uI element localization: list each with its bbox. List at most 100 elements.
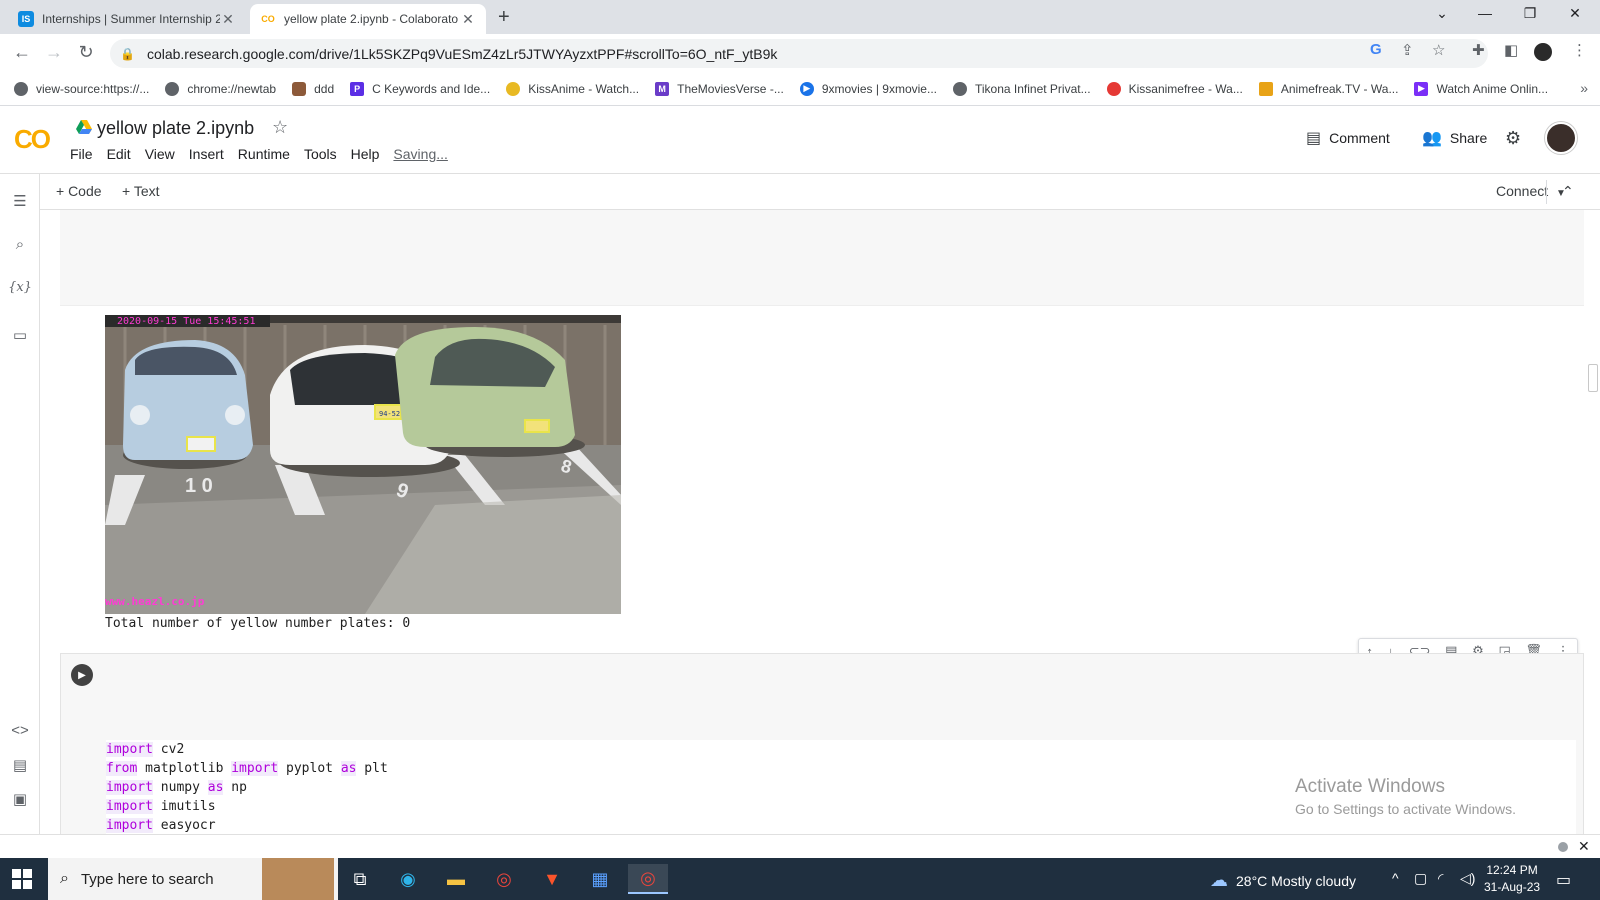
play-favicon-icon: ▶	[1414, 81, 1429, 96]
bookmark-item[interactable]: Tikona Infinet Privat...	[952, 81, 1091, 96]
run-cell-button[interactable]: ▶	[71, 664, 93, 686]
chrome-icon[interactable]: ◎	[484, 864, 524, 894]
google-lens-icon[interactable]: G	[1370, 41, 1382, 58]
plate-number: 94-52	[379, 410, 400, 418]
tab-title: yellow plate 2.ipynb - Colaborato	[284, 12, 459, 26]
windows-start-icon[interactable]	[12, 869, 32, 889]
bookmark-item[interactable]: chrome://newtab	[165, 81, 276, 96]
google-drive-icon[interactable]	[76, 120, 92, 134]
left-sidebar: ☰ ⌕ {x} ▭ <> ▤ ▣	[0, 174, 40, 834]
menu-view[interactable]: View	[145, 146, 175, 162]
close-tab-icon[interactable]: ✕	[220, 11, 236, 28]
menu-insert[interactable]: Insert	[189, 146, 224, 162]
files-folder-icon[interactable]: ▭	[0, 326, 40, 344]
settings-button[interactable]: ⚙	[1505, 128, 1529, 149]
forward-button[interactable]: →	[42, 42, 66, 63]
tab-colab[interactable]: CO yellow plate 2.ipynb - Colaborato ✕	[250, 4, 486, 34]
bookmark-item[interactable]: ▶ Watch Anime Onlin...	[1414, 81, 1548, 96]
share-page-icon[interactable]: ⇪	[1401, 41, 1414, 59]
bookmark-item[interactable]: view-source:https://...	[14, 81, 149, 96]
code-token: cv2	[152, 742, 185, 757]
file-explorer-icon[interactable]: ▬	[436, 864, 476, 894]
colab-logo[interactable]: CO	[14, 124, 51, 155]
search-icon[interactable]: ⌕	[0, 236, 40, 253]
more-bookmarks-icon[interactable]: »	[1580, 80, 1588, 96]
menu-edit[interactable]: Edit	[107, 146, 131, 162]
terminal-icon[interactable]: ▣	[0, 790, 40, 808]
variables-icon[interactable]: {x}	[0, 280, 40, 295]
minimize-button[interactable]: —	[1470, 5, 1500, 21]
volume-icon[interactable]: ◁)	[1460, 870, 1475, 887]
bookmark-item[interactable]: Kissanimefree - Wa...	[1106, 81, 1243, 96]
user-avatar[interactable]	[1545, 122, 1577, 154]
code-token: plt	[356, 761, 388, 776]
code-snippets-icon[interactable]: <>	[0, 722, 40, 739]
restore-button[interactable]: ❐	[1515, 5, 1545, 22]
browser-toolbar: ← → ↻ 🔒 colab.research.google.com/drive/…	[0, 34, 1600, 72]
code-token: matplotlib	[137, 761, 232, 776]
chrome-active-icon[interactable]: ◎	[628, 864, 668, 894]
new-tab-button[interactable]: +	[498, 6, 510, 29]
bookmark-item[interactable]: Animefreak.TV - Wa...	[1258, 81, 1398, 96]
notebook-title[interactable]: yellow plate 2.ipynb	[97, 118, 254, 139]
extensions-icon[interactable]: ✚	[1472, 41, 1485, 59]
bookmark-item[interactable]: M TheMoviesVerse -...	[655, 81, 784, 96]
saving-status[interactable]: Saving...	[393, 146, 447, 162]
command-palette-icon[interactable]: ▤	[0, 756, 40, 774]
microsoft-store-icon[interactable]: ▦	[580, 864, 620, 894]
close-tab-icon[interactable]: ✕	[460, 11, 476, 28]
meet-now-icon[interactable]: ▢	[1414, 870, 1427, 887]
address-bar[interactable]: 🔒 colab.research.google.com/drive/1Lk5SK…	[110, 39, 1488, 68]
edge-icon[interactable]: ◉	[388, 864, 428, 894]
connect-button[interactable]: Connect ▼	[1496, 183, 1566, 199]
gear-icon: ⚙	[1505, 128, 1522, 148]
m-favicon-icon: M	[655, 81, 670, 96]
share-button[interactable]: 👥 Share	[1422, 128, 1487, 148]
show-hidden-icons[interactable]: ^	[1392, 870, 1399, 886]
chrome-menu-icon[interactable]: ⋮	[1572, 41, 1587, 59]
close-window-button[interactable]: ✕	[1560, 5, 1590, 22]
bookmark-star-icon[interactable]: ☆	[1432, 41, 1445, 59]
menu-file[interactable]: File	[70, 146, 93, 162]
tab-search-icon[interactable]: ⌄	[1427, 5, 1457, 22]
menu-help[interactable]: Help	[351, 146, 380, 162]
comment-icon: ▤	[1306, 130, 1322, 147]
bookmark-item[interactable]: PC Keywords and Ide...	[350, 81, 490, 96]
profile-avatar-icon[interactable]	[1534, 43, 1552, 61]
image-timestamp: 2020-09-15 Tue 15:45:51	[117, 316, 255, 327]
table-of-contents-icon[interactable]: ☰	[0, 192, 40, 210]
notifications-icon[interactable]: ▭	[1556, 870, 1571, 890]
reload-button[interactable]: ↻	[74, 42, 98, 63]
bookmark-item[interactable]: KissAnime - Watch...	[506, 81, 639, 96]
add-text-button[interactable]: + Text	[122, 183, 160, 199]
windows-taskbar: ⌕ Type here to search ⧉ ◉ ▬ ◎ ▼ ▦ ◎ ☁ 28…	[0, 858, 1600, 900]
wifi-icon[interactable]: ◜	[1438, 870, 1443, 887]
add-code-button[interactable]: + Code	[56, 183, 102, 199]
svg-text:1 0: 1 0	[185, 475, 213, 497]
menu-runtime[interactable]: Runtime	[238, 146, 290, 162]
bookmark-item[interactable]: ▶ 9xmovies | 9xmovie...	[799, 81, 937, 96]
star-icon[interactable]: ☆	[272, 117, 288, 138]
back-button[interactable]: ←	[10, 42, 34, 63]
code-token: np	[223, 780, 247, 795]
search-placeholder: Type here to search	[80, 870, 214, 888]
side-panel-icon[interactable]: ◧	[1504, 41, 1518, 59]
collapse-header-icon[interactable]: ⌃	[1562, 183, 1574, 200]
menu-bar: File Edit View Insert Runtime Tools Help…	[70, 146, 462, 162]
people-icon: 👥	[1422, 130, 1442, 147]
task-view-icon[interactable]: ⧉	[340, 864, 380, 894]
animefreak-favicon-icon	[1258, 81, 1273, 96]
tab-internships[interactable]: IS Internships | Summer Internship 2 ✕	[8, 4, 246, 34]
code-keyword: import	[106, 780, 153, 795]
code-token: numpy	[152, 780, 208, 795]
comment-button[interactable]: ▤ Comment	[1306, 128, 1390, 148]
toolbar-divider	[1546, 180, 1547, 204]
menu-tools[interactable]: Tools	[304, 146, 337, 162]
bookmark-item[interactable]: ddd	[292, 81, 334, 96]
previous-code-cell[interactable]	[60, 210, 1584, 306]
close-status-icon[interactable]: ✕	[1578, 838, 1590, 855]
taskbar-clock[interactable]: 12:24 PM 31-Aug-23	[1484, 862, 1540, 896]
brave-icon[interactable]: ▼	[532, 864, 572, 894]
scrollbar-thumb[interactable]	[1588, 364, 1598, 392]
weather-widget[interactable]: ☁ 28°C Mostly cloudy	[1210, 870, 1356, 891]
